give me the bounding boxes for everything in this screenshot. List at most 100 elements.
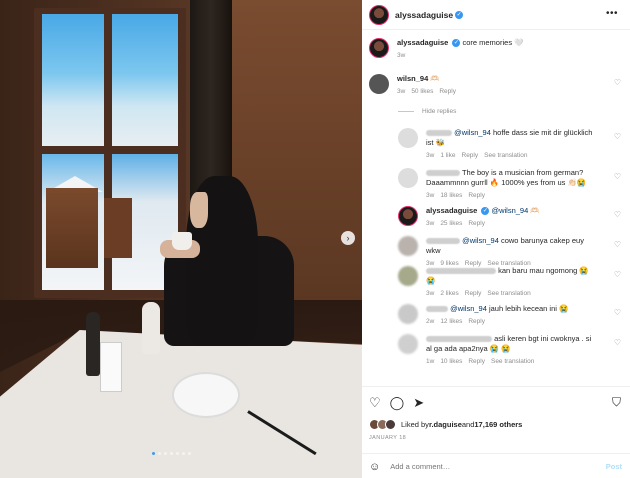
post-actions: ♡ ◯ ➤ ⛉ Liked by r.daguise and 17,169 ot…: [362, 386, 630, 478]
comment-likes[interactable]: 12 likes: [440, 318, 462, 325]
reply-button[interactable]: Reply: [468, 192, 485, 199]
comment-mention[interactable]: @wilsn_94: [450, 304, 487, 313]
photo-napkins: [100, 342, 122, 392]
reply: kan baru mau ngomong 😭 😭 3w 2 likes Reply S…: [398, 266, 598, 297]
comment-likes[interactable]: 50 likes: [411, 88, 433, 95]
carousel-dot: [152, 452, 155, 455]
share-send-icon[interactable]: ➤: [413, 395, 424, 411]
caption-avatar[interactable]: [369, 38, 389, 58]
comment-time: 3w: [426, 220, 435, 227]
commenter-avatar[interactable]: [398, 266, 418, 286]
comment-time: 2w: [426, 318, 435, 325]
comment-text: 🫶🏻: [430, 74, 440, 83]
commenter-avatar[interactable]: [398, 236, 418, 256]
photo-chalet: [104, 198, 132, 258]
carousel-dot: [188, 452, 191, 455]
comment-text: 🫶🏻: [528, 206, 540, 215]
window-pane: [42, 14, 104, 146]
like-comment-icon[interactable]: ♡: [614, 270, 621, 279]
post-comment-button[interactable]: Post: [606, 462, 622, 471]
comment-bubble-icon[interactable]: ◯: [390, 395, 405, 411]
commenter-avatar[interactable]: [398, 304, 418, 324]
reply: @wilsn_94 hoffe dass sie mit dir glückli…: [398, 128, 598, 159]
comment-time: 3w: [426, 152, 435, 159]
post-date[interactable]: JANUARY 18: [369, 435, 406, 441]
reply: @wilsn_94 jauh lebih kecean ini 😭 2w 12 l…: [398, 304, 598, 325]
photo-saucer: [172, 372, 240, 418]
comment-username[interactable]: wilsn_94: [397, 74, 428, 83]
blurred-username: [426, 238, 460, 245]
commenter-avatar[interactable]: [398, 206, 418, 226]
verified-badge-icon: ✓: [455, 10, 464, 19]
post-side-panel: alyssadaguise ✓ ••• alyssadaguise ✓ core…: [362, 0, 630, 478]
reply-button[interactable]: Reply: [439, 88, 456, 95]
blurred-username: [426, 306, 448, 313]
like-comment-icon[interactable]: ♡: [614, 78, 621, 87]
see-translation-link[interactable]: See translation: [491, 358, 534, 365]
emoji-icon[interactable]: ☺: [369, 461, 380, 473]
like-comment-icon[interactable]: ♡: [614, 308, 621, 317]
comment-likes[interactable]: 10 likes: [440, 358, 462, 365]
liked-by-count[interactable]: 17,169 others: [474, 420, 522, 429]
commenter-avatar[interactable]: [369, 74, 389, 94]
like-comment-icon[interactable]: ♡: [614, 210, 621, 219]
more-options-icon[interactable]: •••: [606, 8, 618, 19]
blurred-username: [426, 268, 496, 275]
commenter-avatar[interactable]: [398, 334, 418, 354]
comments-list[interactable]: alyssadaguise ✓ core memories 🤍 3w wilsn…: [362, 34, 630, 386]
like-comment-icon[interactable]: ♡: [614, 172, 621, 181]
reply: asli keren bgt ini cwoknya . si al ga ad…: [398, 334, 598, 365]
add-comment-input[interactable]: [390, 462, 581, 471]
carousel-dot: [182, 452, 185, 455]
commenter-avatar[interactable]: [398, 128, 418, 148]
photo-chalet: [46, 188, 98, 268]
photo-salt-shaker: [142, 302, 160, 354]
comment-likes[interactable]: 18 likes: [440, 192, 462, 199]
reply-button[interactable]: Reply: [465, 290, 482, 297]
author-avatar[interactable]: [369, 4, 389, 25]
comment-likes[interactable]: 2 likes: [440, 290, 458, 297]
carousel-next-icon[interactable]: ›: [341, 231, 355, 245]
carousel-dot: [158, 452, 161, 455]
reply: alyssadaguise ✓ @wilsn_94 🫶🏻 3w 25 likes R…: [398, 206, 598, 227]
reply-button[interactable]: Reply: [468, 318, 485, 325]
save-bookmark-icon[interactable]: ⛉: [612, 395, 621, 410]
comment-mention[interactable]: @wilsn_94: [462, 236, 499, 245]
like-comment-icon[interactable]: ♡: [614, 240, 621, 249]
photo-pepper-grinder: [86, 312, 100, 376]
comment-likes[interactable]: 1 like: [440, 152, 455, 159]
verified-badge-icon: ✓: [452, 39, 461, 48]
like-comment-icon[interactable]: ♡: [614, 132, 621, 141]
caption-username[interactable]: alyssadaguise: [397, 38, 448, 47]
hide-replies-toggle[interactable]: Hide replies: [398, 108, 456, 115]
liker-avatar[interactable]: [385, 419, 396, 430]
reply-button[interactable]: Reply: [468, 220, 485, 227]
reply: The boy is a musician from german? Daaam…: [398, 168, 598, 199]
reply-button[interactable]: Reply: [462, 152, 479, 159]
comment-time: 1w: [426, 358, 435, 365]
add-comment-bar: ☺ Post: [362, 453, 630, 478]
see-translation-link[interactable]: See translation: [484, 152, 527, 159]
caption-time: 3w: [397, 52, 406, 59]
like-heart-icon[interactable]: ♡: [369, 395, 381, 411]
post-photo[interactable]: ›: [0, 0, 362, 478]
comment-username[interactable]: alyssadaguise: [426, 206, 477, 215]
author-username[interactable]: alyssadaguise: [395, 10, 453, 20]
blurred-username: [426, 130, 452, 137]
comment-likes[interactable]: 25 likes: [440, 220, 462, 227]
see-translation-link[interactable]: See translation: [487, 290, 530, 297]
comment-mention[interactable]: @wilsn_94: [491, 206, 528, 215]
comment-time: 3w: [397, 88, 406, 95]
caption-text: core memories 🤍: [462, 38, 524, 47]
liked-by-user[interactable]: r.daguise: [429, 420, 462, 429]
comment-mention[interactable]: @wilsn_94: [454, 128, 491, 137]
commenter-avatar[interactable]: [398, 168, 418, 188]
photo-person-face: [190, 192, 208, 228]
carousel-dot: [164, 452, 167, 455]
like-comment-icon[interactable]: ♡: [614, 338, 621, 347]
liked-by-prefix: Liked by: [401, 420, 429, 429]
caption: alyssadaguise ✓ core memories 🤍 3w: [369, 38, 597, 59]
liked-by: Liked by r.daguise and 17,169 others: [369, 419, 522, 430]
reply-button[interactable]: Reply: [468, 358, 485, 365]
caption-text-line: alyssadaguise ✓ core memories 🤍: [397, 38, 597, 48]
